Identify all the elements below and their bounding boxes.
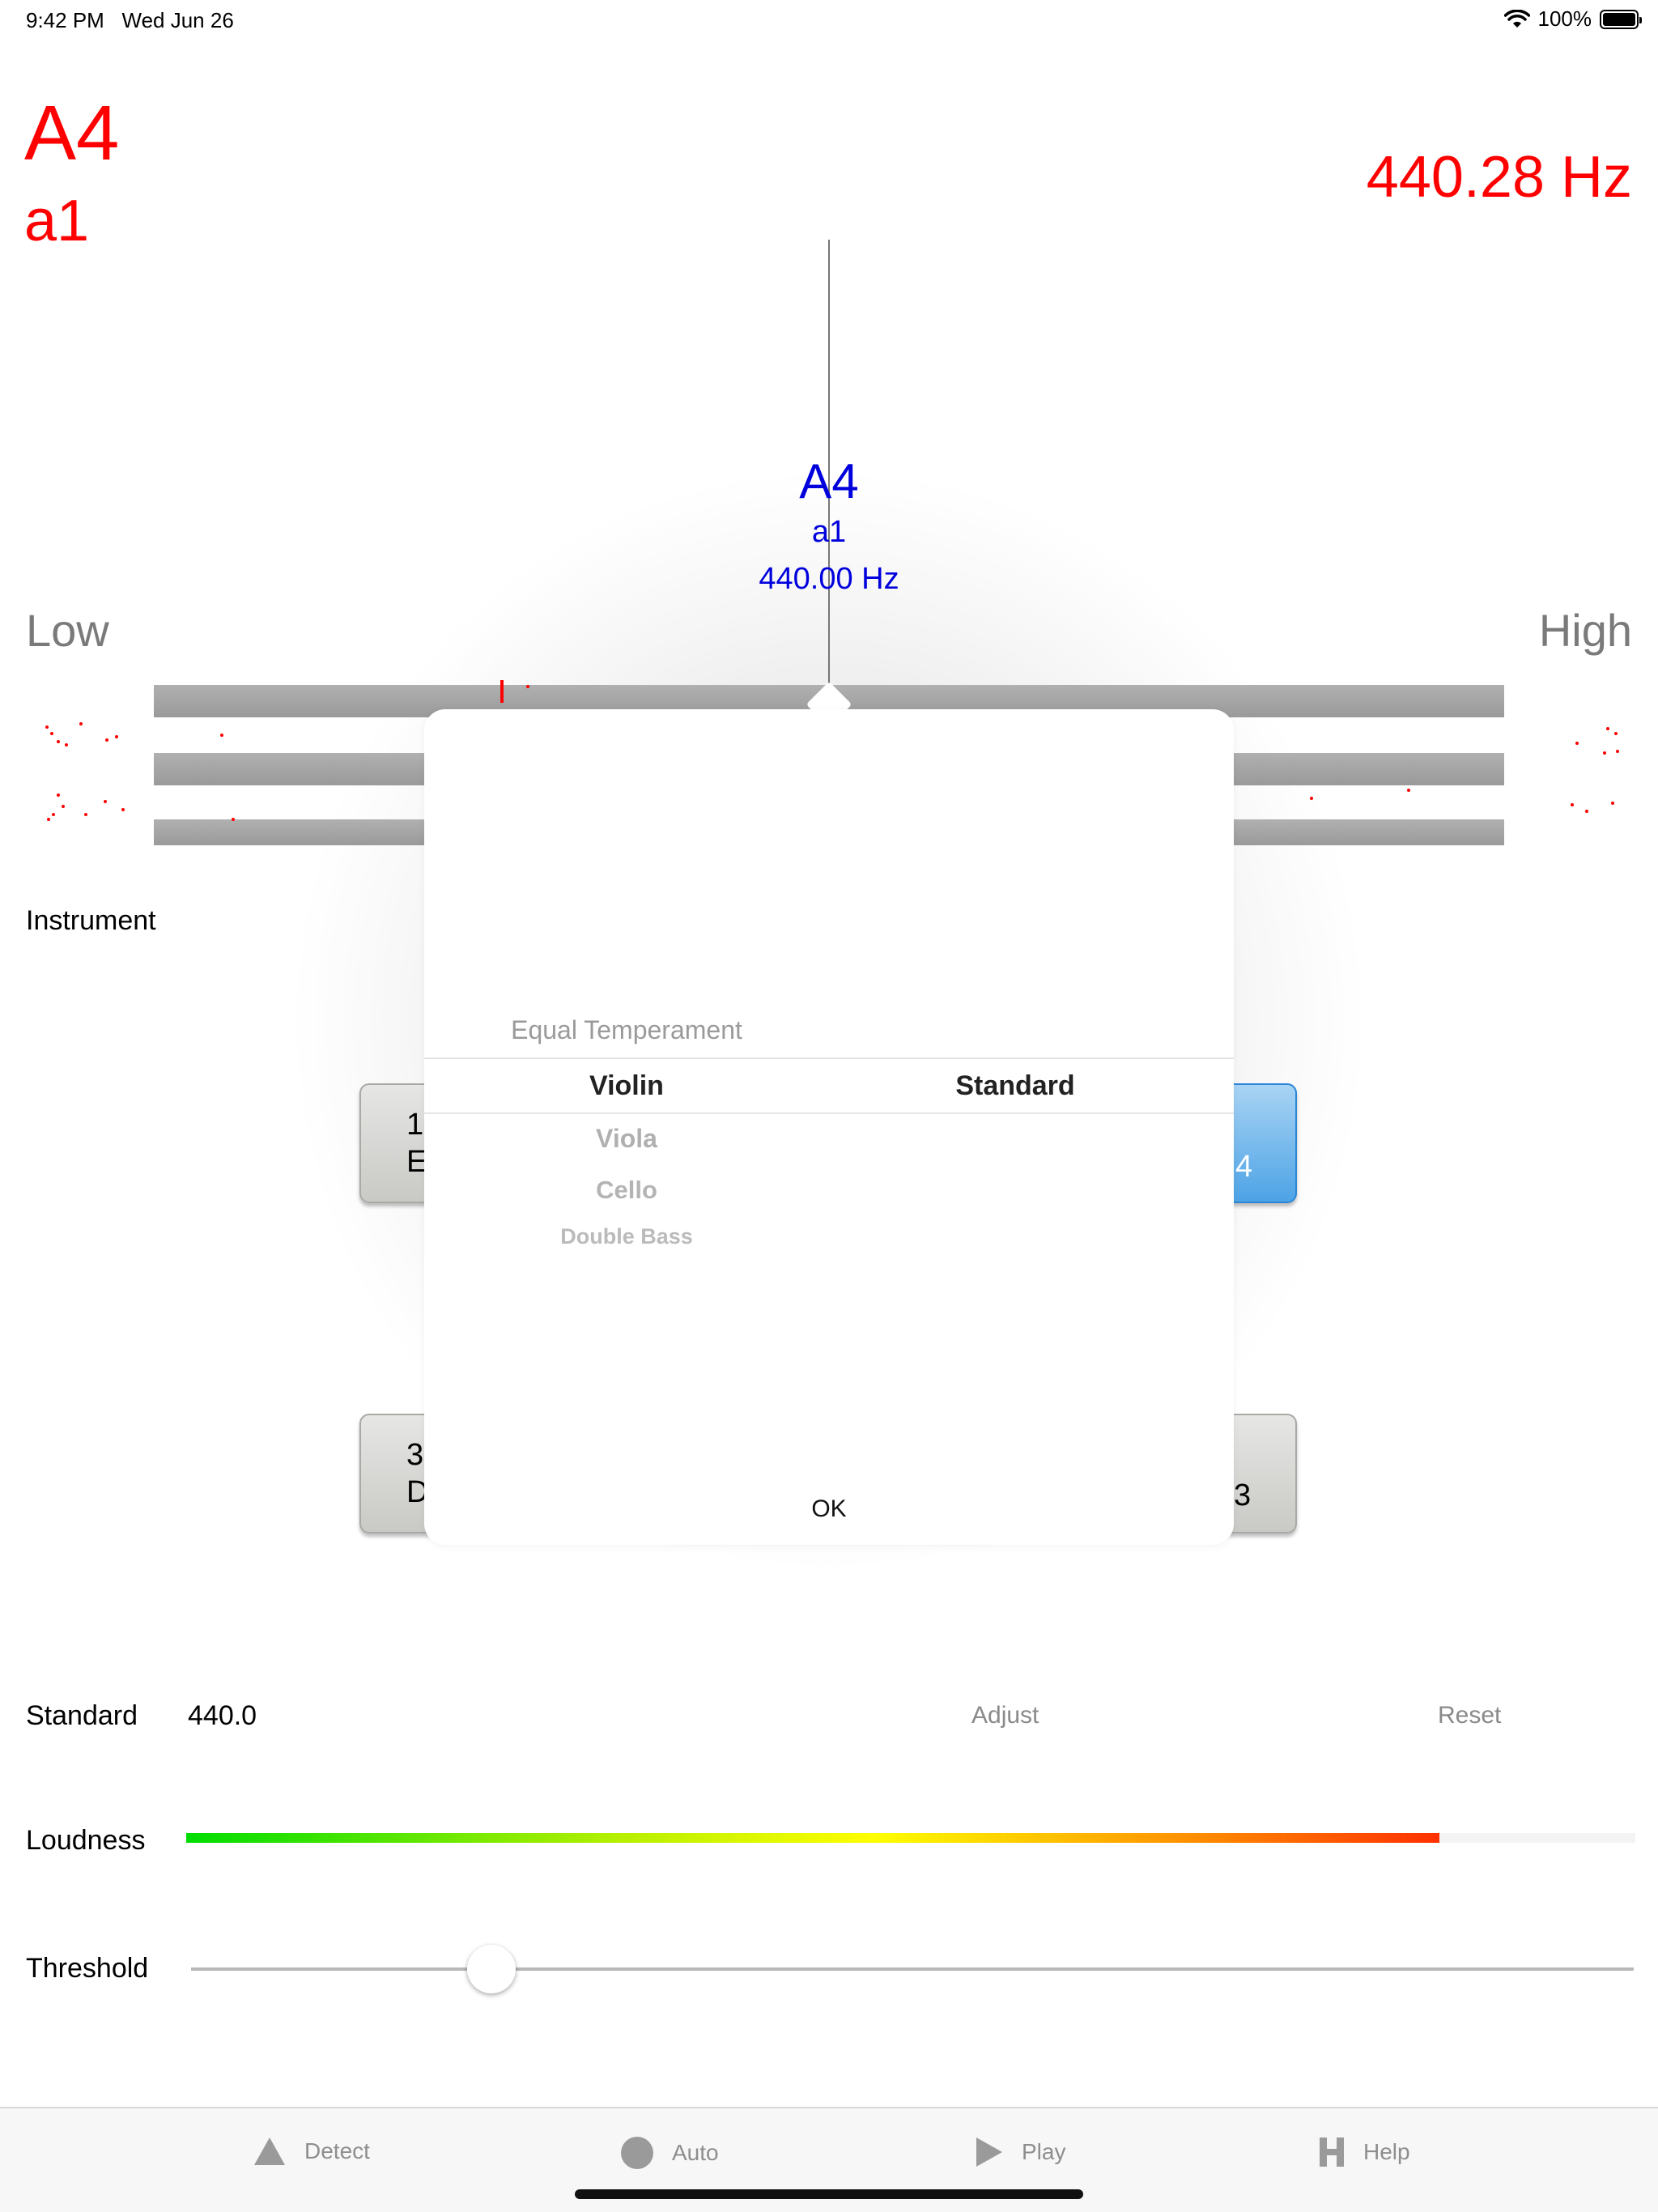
standard-value: 440.0 (188, 1700, 257, 1731)
threshold-slider-track[interactable] (191, 1967, 1634, 1971)
threshold-slider-thumb[interactable] (466, 1945, 516, 1993)
tab-auto[interactable]: Auto (620, 2136, 719, 2170)
circle-icon (621, 2137, 653, 2169)
picker-instrument-option[interactable]: Cello (457, 1176, 797, 1205)
instrument-label: Instrument (26, 905, 156, 936)
reset-button[interactable]: Reset (1438, 1702, 1501, 1729)
help-h-icon (1320, 2138, 1344, 2167)
play-icon (976, 2138, 1002, 2167)
tab-play[interactable]: Play (975, 2136, 1065, 2168)
battery-icon (1600, 9, 1642, 29)
high-label: High (1538, 605, 1632, 656)
triangle-icon (254, 2138, 285, 2165)
loudness-meter-fill (186, 1833, 1440, 1843)
tab-detect[interactable]: Detect (253, 2136, 370, 2167)
wifi-icon (1503, 9, 1530, 28)
target-helmholtz: a1 (811, 515, 847, 549)
adjust-button[interactable]: Adjust (971, 1702, 1039, 1729)
target-frequency: 440.00 Hz (759, 562, 899, 596)
detected-frequency: 440.28 Hz (1366, 145, 1632, 210)
threshold-label: Threshold (26, 1953, 149, 1984)
picker-instrument-selected[interactable]: Violin (457, 1070, 797, 1102)
ok-button[interactable]: OK (748, 1487, 910, 1532)
picker-instrument-option[interactable]: Viola (457, 1124, 797, 1154)
low-label: Low (26, 605, 109, 656)
picker-selection-bottom (424, 1112, 1234, 1114)
detected-helmholtz: a1 (24, 189, 90, 253)
loudness-label: Loudness (26, 1825, 146, 1856)
picker-tuning-option-above[interactable]: Equal Temperament (457, 1015, 797, 1045)
home-indicator (575, 2189, 1083, 2199)
target-note: A4 (799, 454, 859, 508)
status-bar-time: 9:42 PM Wed Jun 26 (26, 8, 234, 32)
picker-tuning-selected[interactable]: Standard (845, 1070, 1185, 1102)
loudness-meter (186, 1833, 1635, 1843)
tab-help[interactable]: Help (1318, 2136, 1410, 2168)
status-bar-right: 100% (1503, 6, 1642, 32)
battery-percent: 100% (1537, 6, 1592, 31)
standard-label: Standard (26, 1700, 138, 1731)
picker-selection-top (424, 1057, 1234, 1059)
picker-instrument-option[interactable]: Double Bass (457, 1224, 797, 1249)
detected-note: A4 (24, 90, 120, 177)
instrument-picker-popover: Equal Temperament Violin Standard Viola … (424, 709, 1234, 1545)
